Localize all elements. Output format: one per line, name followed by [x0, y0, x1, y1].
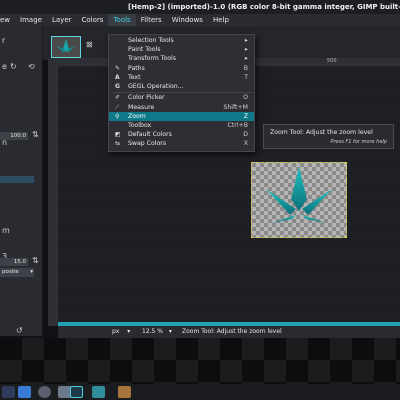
- menu-shortcut: D: [243, 131, 248, 139]
- menu-item-label: Default Colors: [128, 131, 172, 139]
- menu-item-selection-tools[interactable]: Selection Tools ▸: [109, 36, 254, 45]
- menu-item-label: Toolbox: [128, 122, 152, 129]
- size-stepper-icon[interactable]: ⇅: [32, 256, 39, 265]
- menu-tools[interactable]: Tools: [108, 14, 136, 26]
- editor-icon[interactable]: [92, 386, 105, 398]
- menu-item-label: Text: [128, 73, 141, 81]
- mode-select[interactable]: posite ▾: [0, 268, 34, 277]
- swap-colors-icon: ⇆: [115, 140, 121, 148]
- tool-preset-row[interactable]: [0, 176, 34, 183]
- submenu-arrow-icon: ▸: [244, 55, 248, 63]
- window-title: [Hemp-2] (imported)-1.0 (RGB color 8-bit…: [128, 3, 400, 11]
- menu-item-label: GEGL Operation...: [128, 83, 184, 90]
- size-field[interactable]: 15.0: [0, 258, 28, 266]
- teal-leaf-image: [266, 167, 332, 223]
- window-title-bar: [Hemp-2] (imported)-1.0 (RGB color 8-bit…: [0, 0, 400, 14]
- menu-item-paths[interactable]: ✎ Paths B: [109, 64, 254, 73]
- menu-item-zoom[interactable]: ⚲ Zoom Z: [109, 111, 254, 121]
- menu-item-label: Paint Tools: [128, 46, 161, 54]
- menu-item-transform-tools[interactable]: Transform Tools ▸: [109, 54, 254, 63]
- menu-item-label: Measure: [128, 103, 155, 111]
- zoom-select[interactable]: 12.5 % ▾: [142, 326, 180, 338]
- menu-shortcut: X: [243, 140, 248, 148]
- zoom-chevron-down-icon: ▾: [168, 328, 172, 335]
- submenu-arrow-icon: ▸: [244, 37, 248, 44]
- menu-item-label: Paths: [128, 64, 145, 72]
- paths-icon: ✎: [115, 64, 121, 72]
- menubar: ew Image Layer Colors Tools Filters Windows Hel…: [0, 14, 400, 26]
- desktop-background: [0, 338, 400, 384]
- color-picker-icon: ✐: [115, 94, 121, 102]
- mode-value: posite: [2, 269, 19, 275]
- restore-icon[interactable]: ↺: [16, 326, 23, 335]
- gimp-taskbar-icon[interactable]: [70, 386, 83, 398]
- menu-layer[interactable]: Layer: [47, 14, 77, 26]
- leaf-thumbnail-icon: [56, 39, 76, 53]
- gimp-wilber-icon[interactable]: [118, 386, 131, 398]
- menu-colors[interactable]: Colors: [77, 14, 109, 26]
- chain-icon[interactable]: ⇅: [32, 130, 39, 139]
- menu-shortcut: O: [243, 94, 248, 102]
- tool-options-dock: r e ↻ ⟲ n m 3 100.0 ⇅ 15.0 ⇅ posite ▾ ↺: [0, 26, 43, 336]
- status-message: Zoom Tool: Adjust the zoom level: [182, 328, 282, 335]
- close-tab-icon[interactable]: ⊠: [86, 40, 93, 49]
- menu-item-label: Zoom: [128, 112, 146, 120]
- vertical-ruler: [48, 58, 58, 326]
- default-colors-icon: ◩: [115, 131, 121, 139]
- tooltip-title: Zoom Tool: Adjust the zoom level: [270, 129, 373, 136]
- reset-icon[interactable]: ⟲: [28, 62, 35, 71]
- menu-help[interactable]: Help: [208, 14, 234, 26]
- unit-select[interactable]: px ▾: [112, 326, 140, 338]
- menu-view[interactable]: ew: [0, 14, 15, 26]
- gegl-icon: G: [115, 83, 120, 90]
- image-layer[interactable]: [251, 162, 347, 238]
- menu-item-color-picker[interactable]: ✐ Color Picker O: [109, 93, 254, 102]
- menu-item-label: Swap Colors: [128, 140, 167, 148]
- settings-icon[interactable]: [38, 386, 51, 398]
- menu-shortcut: B: [243, 64, 248, 72]
- text-icon: A: [115, 73, 120, 81]
- dock-glyph-m: m: [2, 226, 10, 235]
- menu-item-toolbox[interactable]: Toolbox Ctrl+B: [109, 121, 254, 130]
- menu-shortcut: T: [244, 73, 248, 81]
- refresh-icon[interactable]: ↻: [10, 62, 17, 71]
- dock-glyph-e: e: [2, 62, 7, 71]
- measure-icon: ⟋: [115, 103, 120, 111]
- menu-image[interactable]: Image: [15, 14, 47, 26]
- tools-menu: Selection Tools ▸ Paint Tools ▸ Transfor…: [108, 34, 255, 152]
- file-manager-icon[interactable]: [18, 386, 31, 398]
- size-value: 15.0: [13, 259, 26, 265]
- menu-item-swap-colors[interactable]: ⇆ Swap Colors X: [109, 139, 254, 148]
- menu-windows[interactable]: Windows: [167, 14, 208, 26]
- menu-item-label: Selection Tools: [128, 37, 174, 44]
- zoom-tooltip: Zoom Tool: Adjust the zoom level Press F…: [263, 124, 394, 149]
- ruler-tick-500: 500: [327, 58, 337, 64]
- zoom-value: 12.5 %: [142, 328, 163, 335]
- menu-item-label: Color Picker: [128, 94, 165, 102]
- image-tab-thumbnail[interactable]: [51, 36, 81, 58]
- submenu-arrow-icon: ▸: [244, 46, 248, 54]
- tooltip-hint: Press F1 for more help: [330, 139, 387, 145]
- opacity-value: 100.0: [10, 133, 26, 139]
- menu-item-paint-tools[interactable]: Paint Tools ▸: [109, 45, 254, 54]
- menu-item-gegl-operation[interactable]: G GEGL Operation...: [109, 82, 254, 91]
- chevron-down-icon: ▾: [30, 269, 33, 275]
- dock-glyph-r: r: [2, 36, 6, 45]
- menu-item-measure[interactable]: ⟋ Measure Shift+M: [109, 103, 254, 112]
- menu-item-text[interactable]: A Text T: [109, 73, 254, 82]
- opacity-field[interactable]: 100.0: [0, 132, 28, 140]
- menu-shortcut: Shift+M: [223, 103, 248, 111]
- menu-shortcut: Ctrl+B: [227, 122, 248, 129]
- unit-value: px: [112, 328, 120, 335]
- zoom-icon: ⚲: [115, 112, 120, 120]
- unit-chevron-down-icon: ▾: [127, 328, 131, 335]
- app-launcher-icon[interactable]: [2, 386, 15, 398]
- menu-item-default-colors[interactable]: ◩ Default Colors D: [109, 130, 254, 139]
- status-bar: px ▾ 12.5 % ▾ Zoom Tool: Adjust the zoom…: [58, 326, 400, 338]
- menu-item-label: Transform Tools: [128, 55, 176, 63]
- menu-filters[interactable]: Filters: [136, 14, 167, 26]
- menu-shortcut: Z: [243, 112, 248, 120]
